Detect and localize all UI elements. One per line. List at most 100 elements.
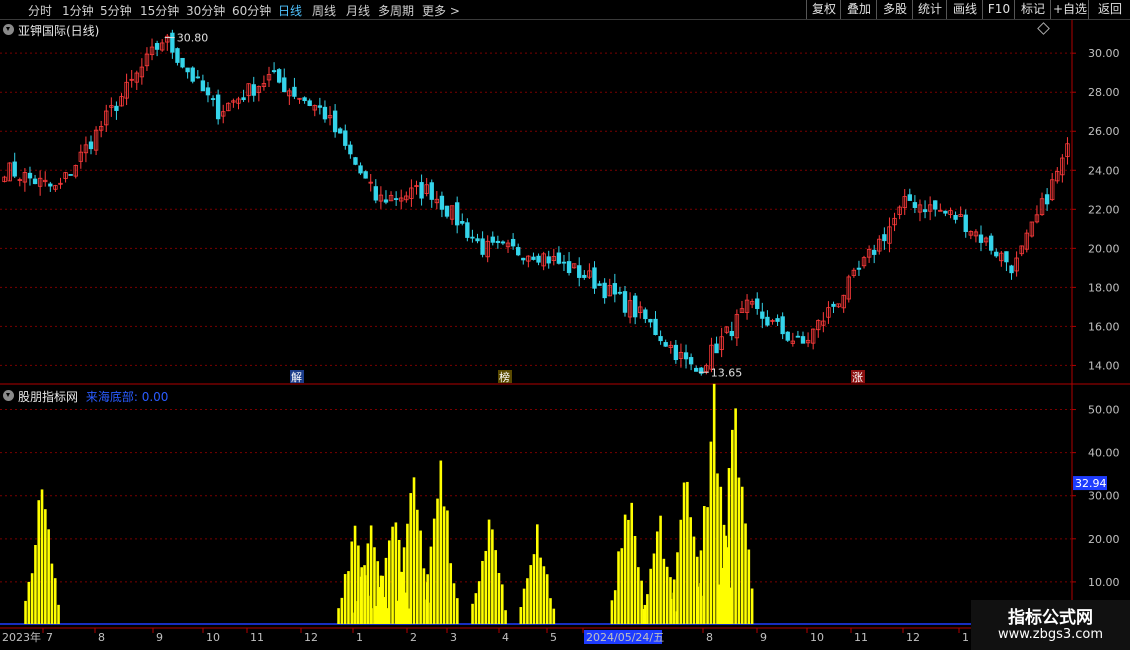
candle-body: [1044, 194, 1050, 205]
candle-body: [358, 165, 363, 174]
watermark-title: 指标公式网: [1008, 608, 1093, 628]
collapse-icon[interactable]: [3, 24, 14, 35]
indicator-collapse-icon[interactable]: [3, 390, 14, 401]
candle-body: [282, 77, 287, 93]
candle-body: [597, 283, 602, 286]
candle-body: [566, 261, 572, 274]
indicator-bar: [374, 606, 378, 624]
toolbar-button-7[interactable]: +自选: [1050, 0, 1089, 19]
indicator-bar: [669, 598, 673, 624]
candle-body: [912, 202, 918, 208]
period-tab-1[interactable]: 1分钟: [62, 2, 94, 19]
candle-body: [439, 195, 445, 210]
candle-body: [978, 234, 984, 243]
candle-body: [175, 48, 180, 63]
watermark: 指标公式网 www.zbgs3.com: [971, 600, 1130, 650]
indicator-bar: [633, 536, 637, 624]
indicator-bar: [737, 477, 741, 624]
candle-body: [612, 283, 618, 295]
toolbar-button-1[interactable]: 叠加: [840, 0, 877, 19]
indicator-bar: [623, 514, 627, 624]
candle-body: [475, 238, 480, 242]
toolbar-button-4[interactable]: 画线: [946, 0, 983, 19]
indicator-bar: [676, 552, 679, 624]
candle-body: [943, 210, 948, 214]
indicator-bar: [484, 550, 488, 624]
indicator-bar: [487, 519, 491, 624]
candle-body: [465, 222, 470, 238]
period-tab-3[interactable]: 15分钟: [140, 2, 179, 19]
indicator-bar: [353, 525, 357, 624]
candle-body: [632, 295, 638, 318]
indicator-bar: [449, 563, 453, 624]
candle-body: [190, 67, 195, 82]
indicator-bar: [471, 603, 474, 624]
price-tick-label: 16.00: [1088, 320, 1120, 333]
period-tab-4[interactable]: 30分钟: [186, 2, 225, 19]
indicator-bar: [337, 608, 340, 624]
indicator-bar: [363, 565, 366, 624]
indicator-bar: [402, 547, 406, 624]
indicator-tick-label: 20.00: [1088, 533, 1120, 546]
indicator-bar: [747, 549, 751, 624]
indicator-bar: [500, 584, 504, 624]
indicator-bar: [426, 574, 429, 624]
event-marker: 榜: [499, 370, 510, 384]
toolbar-button-3[interactable]: 统计: [912, 0, 947, 19]
date-axis-label: 9: [760, 631, 767, 644]
candle-body: [714, 343, 719, 354]
indicator-bar: [477, 581, 481, 624]
indicator-bar: [350, 541, 354, 624]
toolbar-button-8[interactable]: 返回: [1088, 0, 1130, 19]
candle-body: [205, 87, 211, 96]
period-tab-8[interactable]: 月线: [346, 2, 370, 19]
indicator-bar: [627, 519, 630, 624]
candle-body: [292, 86, 297, 97]
indicator-bar: [620, 548, 624, 624]
candle-body: [953, 214, 958, 220]
candle-body: [516, 247, 521, 256]
kline-chart[interactable]: 30.0028.0026.0024.0022.0020.0018.0016.00…: [0, 20, 1130, 650]
indicator-bar: [423, 599, 426, 624]
candle-body: [760, 311, 765, 319]
candle-body: [32, 178, 38, 185]
candle-body: [454, 202, 460, 226]
candle-body: [536, 255, 541, 263]
indicator-bar: [343, 574, 347, 624]
toolbar-button-2[interactable]: 多股: [876, 0, 913, 19]
indicator-bar: [630, 502, 634, 624]
candle-body: [180, 57, 185, 68]
date-axis-label: 11: [854, 631, 868, 644]
candle-body: [241, 97, 246, 101]
period-tab-2[interactable]: 5分钟: [100, 2, 132, 19]
candle-body: [444, 205, 450, 217]
period-tab-5[interactable]: 60分钟: [232, 2, 271, 19]
indicator-bar: [532, 554, 536, 624]
candle-body: [602, 282, 607, 299]
indicator-bar: [617, 551, 620, 624]
period-tab-6[interactable]: 日线: [278, 2, 302, 19]
toolbar-button-0[interactable]: 复权: [806, 0, 841, 19]
candle-body: [856, 267, 862, 270]
indicator-bar: [649, 568, 652, 624]
period-tab-0[interactable]: 分时: [28, 2, 52, 19]
indicator-bar: [519, 607, 523, 624]
date-axis-label: 7: [46, 631, 53, 644]
period-tab-7[interactable]: 周线: [312, 2, 336, 19]
indicator-bar: [542, 566, 546, 624]
indicator-bar: [436, 498, 439, 624]
indicator-bar: [399, 571, 403, 624]
candle-body: [500, 241, 506, 244]
period-tab-9[interactable]: 多周期: [378, 2, 414, 19]
indicator-bar: [34, 545, 37, 624]
date-axis-label: 4: [502, 631, 509, 644]
candle-body: [988, 235, 994, 251]
toolbar-button-5[interactable]: F10: [982, 0, 1015, 19]
indicator-bar: [340, 597, 344, 624]
indicator-bar: [717, 584, 721, 624]
indicator-bar: [384, 557, 388, 624]
indicator-bar: [613, 590, 617, 624]
candle-body: [460, 220, 465, 224]
toolbar-button-6[interactable]: 标记: [1014, 0, 1051, 19]
period-tab-10[interactable]: 更多 >: [422, 2, 460, 19]
